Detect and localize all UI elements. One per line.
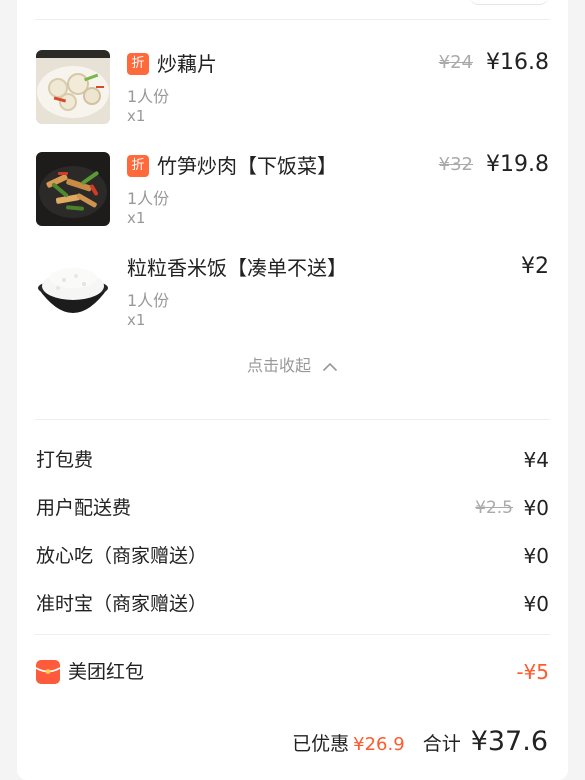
- fee-original-value: ¥2.5: [475, 498, 513, 518]
- fee-value: ¥0: [523, 496, 549, 520]
- fee-value: ¥0: [523, 544, 549, 568]
- red-packet-value: -¥5: [516, 660, 549, 684]
- fee-value: ¥0: [523, 592, 549, 616]
- item-price: ¥16.8: [486, 50, 549, 75]
- fee-label: 用户配送费: [36, 497, 132, 519]
- dish-image: [36, 50, 110, 124]
- item-portion: 1人份: [127, 87, 170, 106]
- fee-row-ontime-guarantee[interactable]: 准时宝（商家赠送） ¥0: [36, 589, 549, 619]
- red-packet-row[interactable]: 美团红包 -¥5: [35, 657, 549, 687]
- item-quantity: x1: [127, 107, 146, 125]
- item-original-price: ¥24: [438, 52, 473, 73]
- item-quantity: x1: [127, 209, 146, 227]
- fee-row-food-safety[interactable]: 放心吃（商家赠送） ¥0: [36, 541, 549, 571]
- divider: [35, 634, 550, 635]
- item-name: 竹笋炒肉【下饭菜】: [157, 154, 337, 178]
- dish-image: [36, 254, 110, 328]
- item-original-price: ¥32: [438, 154, 473, 175]
- discount-tag: 折: [127, 155, 149, 177]
- fee-value: ¥4: [523, 448, 549, 472]
- fee-label: 放心吃（商家赠送）: [36, 545, 208, 567]
- fee-label: 打包费: [36, 449, 94, 471]
- collapse-label: 点击收起: [246, 356, 311, 375]
- item-price: ¥19.8: [486, 152, 549, 177]
- item-portion: 1人份: [127, 291, 170, 310]
- divider: [35, 419, 550, 420]
- total-value: ¥37.6: [470, 726, 548, 757]
- item-portion: 1人份: [127, 189, 170, 208]
- item-price: ¥2: [521, 254, 549, 279]
- dish-image: [36, 152, 110, 226]
- discount-total-value: ¥26.9: [353, 734, 405, 755]
- top-pill-edge: [469, 0, 549, 5]
- fee-row-delivery: 用户配送费 ¥2.5 ¥0: [36, 493, 549, 523]
- list-item: 粒粒香米饭【凑单不送】 1人份 x1 ¥2: [36, 254, 549, 339]
- order-summary: 已优惠 ¥26.9 合计 ¥37.6: [292, 726, 548, 760]
- order-detail-card: 折 炒藕片 1人份 x1 ¥24 ¥16.8 折 竹笋炒肉【下饭菜】 1人份 x…: [17, 0, 568, 780]
- discount-total-label: 已优惠: [292, 733, 350, 755]
- discount-tag: 折: [127, 53, 149, 75]
- item-quantity: x1: [127, 311, 146, 329]
- chevron-up-icon: [322, 357, 338, 376]
- total-label: 合计: [422, 733, 461, 755]
- fee-row-packaging: 打包费 ¥4: [36, 445, 549, 475]
- collapse-toggle[interactable]: 点击收起: [17, 352, 568, 376]
- list-item: 折 炒藕片 1人份 x1 ¥24 ¥16.8: [36, 50, 549, 135]
- list-item: 折 竹笋炒肉【下饭菜】 1人份 x1 ¥32 ¥19.8: [36, 152, 549, 237]
- fee-label: 准时宝（商家赠送）: [36, 593, 208, 615]
- item-name: 粒粒香米饭【凑单不送】: [127, 256, 347, 280]
- red-packet-icon: [35, 660, 61, 684]
- divider: [35, 19, 550, 20]
- item-name: 炒藕片: [157, 52, 217, 76]
- red-packet-label: 美团红包: [68, 661, 145, 683]
